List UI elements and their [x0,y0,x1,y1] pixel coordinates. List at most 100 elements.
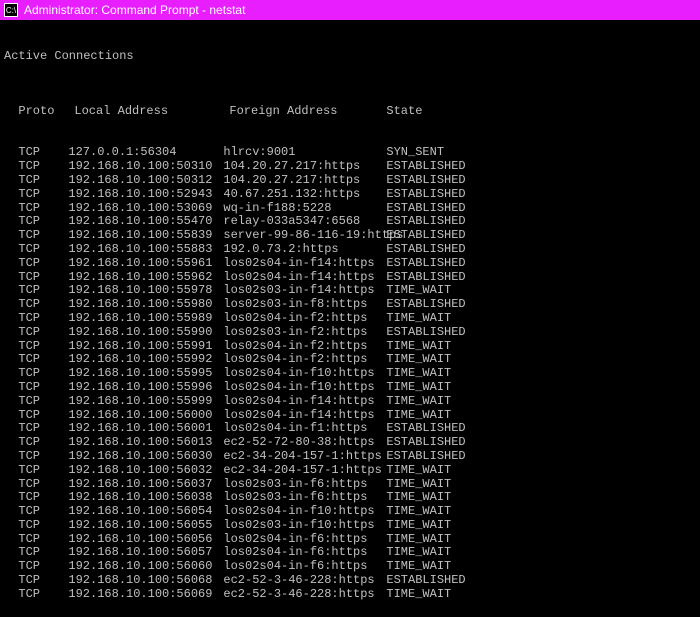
proto-cell: TCP [18,298,68,312]
proto-cell: TCP [18,229,68,243]
state-cell: ESTABLISHED [386,174,465,188]
local-address-cell: 192.168.10.100:56068 [68,574,223,588]
local-address-cell: 192.168.10.100:55991 [68,340,223,354]
proto-cell: TCP [18,464,68,478]
foreign-address-cell: los02s04-in-f1:https [223,422,386,436]
connection-row: TCP192.168.10.100:56032ec2-34-204-157-1:… [4,464,696,478]
local-address-cell: 192.168.10.100:55962 [68,271,223,285]
foreign-address-cell: los02s04-in-f14:https [223,395,386,409]
connection-row: TCP192.168.10.100:56060los02s04-in-f6:ht… [4,560,696,574]
state-cell: ESTABLISHED [386,298,465,312]
foreign-address-cell: los02s04-in-f14:https [223,271,386,285]
foreign-address-cell: los02s04-in-f14:https [223,409,386,423]
connection-row: TCP192.168.10.100:55980los02s03-in-f8:ht… [4,298,696,312]
proto-cell: TCP [18,160,68,174]
foreign-address-cell: 104.20.27.217:https [223,174,386,188]
connection-row: TCP192.168.10.100:56000los02s04-in-f14:h… [4,409,696,423]
foreign-address-cell: ec2-34-204-157-1:https [223,464,386,478]
foreign-address-cell: ec2-34-204-157-1:https [223,450,386,464]
connection-row: TCP192.168.10.100:55996los02s04-in-f10:h… [4,381,696,395]
foreign-address-cell: los02s03-in-f10:https [223,519,386,533]
proto-cell: TCP [18,560,68,574]
foreign-address-cell: los02s04-in-f2:https [223,353,386,367]
proto-cell: TCP [18,243,68,257]
state-cell: TIME_WAIT [386,546,451,560]
state-cell: TIME_WAIT [386,312,451,326]
connection-row: TCP192.168.10.100:55470relay-033a5347:65… [4,215,696,229]
connection-row: TCP192.168.10.100:56038los02s03-in-f6:ht… [4,491,696,505]
connection-row: TCP192.168.10.100:55990los02s03-in-f2:ht… [4,326,696,340]
connection-row: TCP192.168.10.100:56057los02s04-in-f6:ht… [4,546,696,560]
foreign-address-cell: los02s04-in-f10:https [223,367,386,381]
local-address-cell: 192.168.10.100:56069 [68,588,223,602]
foreign-address-cell: 104.20.27.217:https [223,160,386,174]
connection-row: TCP192.168.10.100:5294340.67.251.132:htt… [4,188,696,202]
col-foreign: Foreign Address [229,105,386,119]
proto-cell: TCP [18,533,68,547]
proto-cell: TCP [18,450,68,464]
state-cell: TIME_WAIT [386,353,451,367]
connection-row: TCP192.168.10.100:55989los02s04-in-f2:ht… [4,312,696,326]
connection-row: TCP192.168.10.100:56068ec2-52-3-46-228:h… [4,574,696,588]
state-cell: TIME_WAIT [386,367,451,381]
local-address-cell: 192.168.10.100:56056 [68,533,223,547]
column-headers: ProtoLocal AddressForeign AddressState [4,105,696,119]
window-title: Administrator: Command Prompt - netstat [24,3,245,17]
state-cell: TIME_WAIT [386,340,451,354]
proto-cell: TCP [18,271,68,285]
connection-row: TCP192.168.10.100:56001los02s04-in-f1:ht… [4,422,696,436]
state-cell: ESTABLISHED [386,215,465,229]
state-cell: TIME_WAIT [386,381,451,395]
proto-cell: TCP [18,312,68,326]
proto-cell: TCP [18,353,68,367]
connection-row: TCP192.168.10.100:56056los02s04-in-f6:ht… [4,533,696,547]
local-address-cell: 192.168.10.100:56000 [68,409,223,423]
connection-row: TCP192.168.10.100:55883192.0.73.2:httpsE… [4,243,696,257]
local-address-cell: 192.168.10.100:55995 [68,367,223,381]
terminal-output[interactable]: Active Connections ProtoLocal AddressFor… [0,20,700,617]
local-address-cell: 127.0.0.1:56304 [68,146,223,160]
local-address-cell: 192.168.10.100:55992 [68,353,223,367]
local-address-cell: 192.168.10.100:52943 [68,188,223,202]
local-address-cell: 192.168.10.100:50310 [68,160,223,174]
connection-row: TCP192.168.10.100:55839server-99-86-116-… [4,229,696,243]
foreign-address-cell: relay-033a5347:6568 [223,215,386,229]
proto-cell: TCP [18,519,68,533]
local-address-cell: 192.168.10.100:55839 [68,229,223,243]
connection-row: TCP192.168.10.100:55999los02s04-in-f14:h… [4,395,696,409]
foreign-address-cell: 40.67.251.132:https [223,188,386,202]
proto-cell: TCP [18,202,68,216]
foreign-address-cell: los02s04-in-f6:https [223,533,386,547]
state-cell: ESTABLISHED [386,574,465,588]
state-cell: TIME_WAIT [386,505,451,519]
connection-row: TCP192.168.10.100:56037los02s03-in-f6:ht… [4,478,696,492]
connection-row: TCP192.168.10.100:55991los02s04-in-f2:ht… [4,340,696,354]
proto-cell: TCP [18,588,68,602]
foreign-address-cell: los02s03-in-f6:https [223,491,386,505]
foreign-address-cell: 192.0.73.2:https [223,243,386,257]
proto-cell: TCP [18,326,68,340]
connection-row: TCP192.168.10.100:56030ec2-34-204-157-1:… [4,450,696,464]
proto-cell: TCP [18,367,68,381]
state-cell: ESTABLISHED [386,243,465,257]
proto-cell: TCP [18,174,68,188]
local-address-cell: 192.168.10.100:55999 [68,395,223,409]
local-address-cell: 192.168.10.100:56055 [68,519,223,533]
local-address-cell: 192.168.10.100:55996 [68,381,223,395]
local-address-cell: 192.168.10.100:55470 [68,215,223,229]
state-cell: ESTABLISHED [386,436,465,450]
state-cell: TIME_WAIT [386,478,451,492]
foreign-address-cell: hlrcv:9001 [223,146,386,160]
local-address-cell: 192.168.10.100:55978 [68,284,223,298]
connection-row: TCP192.168.10.100:53069wq-in-f188:5228ES… [4,202,696,216]
connection-row: TCP192.168.10.100:55995los02s04-in-f10:h… [4,367,696,381]
proto-cell: TCP [18,505,68,519]
local-address-cell: 192.168.10.100:55990 [68,326,223,340]
foreign-address-cell: los02s04-in-f14:https [223,257,386,271]
connection-row: TCP192.168.10.100:55992los02s04-in-f2:ht… [4,353,696,367]
state-cell: TIME_WAIT [386,491,451,505]
local-address-cell: 192.168.10.100:56038 [68,491,223,505]
proto-cell: TCP [18,409,68,423]
state-cell: TIME_WAIT [386,409,451,423]
title-bar[interactable]: C:\ Administrator: Command Prompt - nets… [0,0,700,20]
